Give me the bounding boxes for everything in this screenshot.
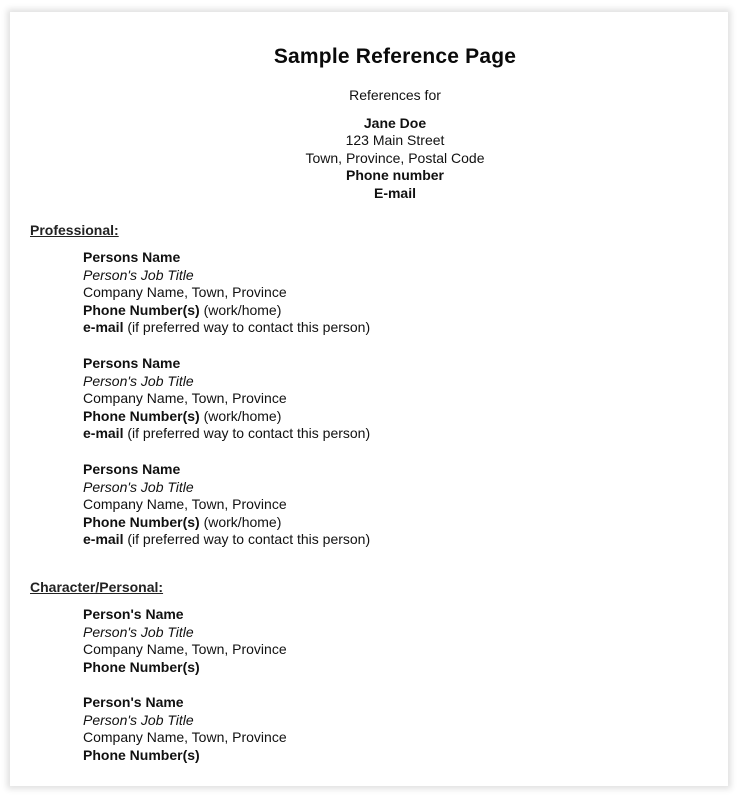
phone-note: (work/home) [199,301,282,318]
section-heading-character-personal: Character/Personal: [30,579,164,595]
reference-company: Company Name, Town, Province [83,390,287,407]
phone-label: Phone Number(s) [83,301,200,318]
reference-name: Person's Name [83,694,184,710]
email-label: e-mail [83,319,124,336]
reference-entry: Person's Name Person's Job Title Company… [83,606,287,676]
section-heading-professional: Professional: [30,222,119,238]
reference-email: e-mail (if preferred way to contact this… [83,425,370,443]
email-note: (if preferred way to contact this person… [123,319,371,336]
reference-name: Persons Name [83,461,181,477]
applicant-phone: Phone number [345,167,444,184]
reference-job-title: Person's Job Title [83,478,194,495]
reference-name: Persons Name [83,355,181,371]
reference-company: Company Name, Town, Province [83,729,287,746]
email-label: e-mail [83,425,124,442]
applicant-header: References for Jane Doe 123 Main Street … [0,87,741,203]
applicant-name: Jane Doe [363,114,427,131]
email-label: e-mail [83,531,124,548]
reference-email: e-mail (if preferred way to contact this… [83,531,370,549]
reference-company: Company Name, Town, Province [83,641,287,658]
reference-entry: Persons Name Person's Job Title Company … [83,355,370,443]
phone-label: Phone Number(s) [83,407,200,424]
email-note: (if preferred way to contact this person… [123,425,371,442]
reference-phone: Phone Number(s) (work/home) [83,302,370,320]
intro-text: References for [349,87,441,103]
reference-email: e-mail (if preferred way to contact this… [83,319,370,337]
reference-name: Person's Name [83,606,184,622]
reference-entry: Persons Name Person's Job Title Company … [83,249,370,337]
reference-phone: Phone Number(s) (work/home) [83,514,370,532]
reference-job-title: Person's Job Title [83,711,194,728]
phone-note: (work/home) [199,407,282,424]
reference-company: Company Name, Town, Province [83,284,287,301]
reference-job-title: Person's Job Title [83,266,194,283]
applicant-street: 123 Main Street [345,132,445,149]
reference-company: Company Name, Town, Province [83,496,287,513]
reference-phone: Phone Number(s) [83,746,200,763]
reference-job-title: Person's Job Title [83,372,194,389]
reference-phone: Phone Number(s) [83,658,200,675]
phone-label: Phone Number(s) [83,513,200,530]
reference-job-title: Person's Job Title [83,623,194,640]
reference-entry: Person's Name Person's Job Title Company… [83,694,287,764]
applicant-city-line: Town, Province, Postal Code [305,149,485,166]
reference-entry: Persons Name Person's Job Title Company … [83,461,370,549]
email-note: (if preferred way to contact this person… [123,531,371,548]
reference-phone: Phone Number(s) (work/home) [83,408,370,426]
phone-note: (work/home) [199,513,282,530]
page-title: Sample Reference Page [273,45,517,68]
applicant-email: E-mail [373,184,416,201]
reference-name: Persons Name [83,249,181,265]
